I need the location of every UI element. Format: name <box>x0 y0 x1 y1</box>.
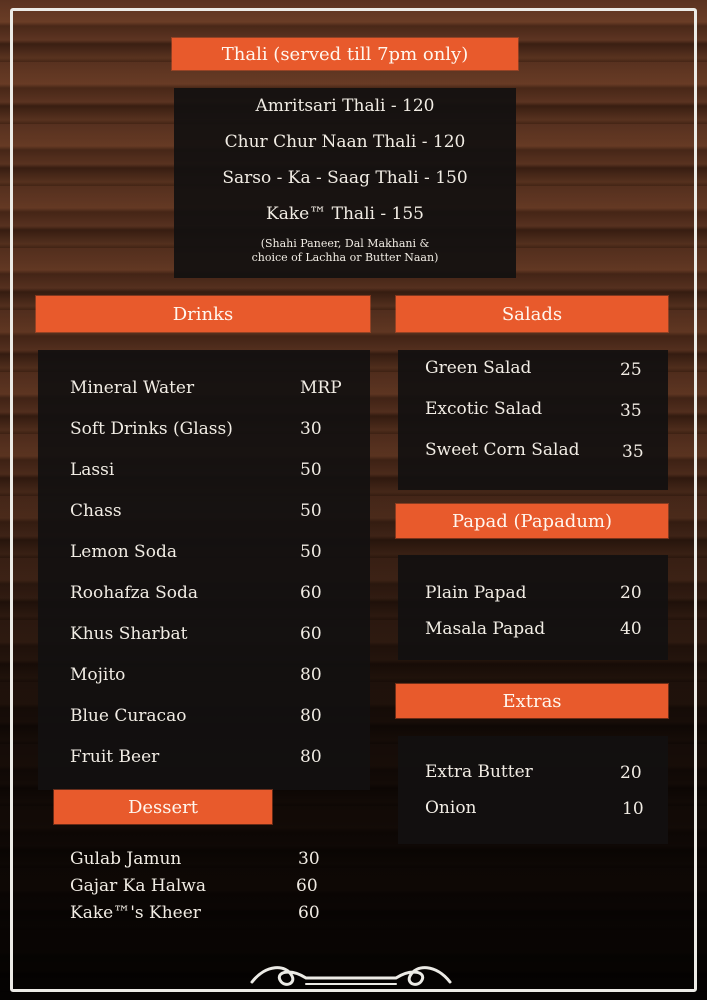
menu-item-name: Onion <box>425 798 477 818</box>
drinks-section-title: Drinks <box>172 303 234 325</box>
scroll-ornament-icon <box>250 966 452 986</box>
menu-item-name: Sweet Corn Salad <box>425 440 580 460</box>
extras-panel: Extra Butter 20 Onion 10 <box>398 736 668 844</box>
salads-section-title: Salads <box>501 303 563 325</box>
thali-item: Sarso - Ka - Saag Thali - 150 <box>222 168 468 188</box>
menu-item-name: Lassi <box>70 460 115 480</box>
papad-section-banner: Papad (Papadum) <box>396 504 668 538</box>
dessert-section-banner: Dessert <box>54 790 272 824</box>
menu-item-price: 35 <box>620 401 642 421</box>
menu-item-price: 50 <box>300 542 322 562</box>
menu-item-name: Gulab Jamun <box>70 849 182 869</box>
menu-item-price: 80 <box>300 747 322 767</box>
menu-item-name: Fruit Beer <box>70 747 160 767</box>
menu-item-price: 60 <box>300 624 322 644</box>
extras-section-banner: Extras <box>396 684 668 718</box>
thali-section-title: Thali (served till 7pm only) <box>221 43 469 65</box>
menu-item-price: 40 <box>620 619 642 639</box>
menu-item-name: Masala Papad <box>425 619 546 639</box>
dessert-section-title: Dessert <box>127 796 199 818</box>
menu-item-name: Plain Papad <box>425 583 527 603</box>
thali-note-line: (Shahi Paneer, Dal Makhani & <box>260 237 430 250</box>
menu-item-name: Blue Curacao <box>70 706 187 726</box>
papad-section-title: Papad (Papadum) <box>451 510 613 532</box>
salads-section-banner: Salads <box>396 296 668 332</box>
menu-item-name: Excotic Salad <box>425 399 543 419</box>
thali-item: Kake™ Thali - 155 <box>266 204 424 224</box>
menu-item-price: MRP <box>300 378 342 398</box>
menu-item-price: 30 <box>298 849 320 869</box>
menu-item-price: 80 <box>300 706 322 726</box>
menu-item-price: 25 <box>620 360 642 380</box>
menu-item-name: Mineral Water <box>70 378 195 398</box>
thali-item: Chur Chur Naan Thali - 120 <box>224 132 466 152</box>
drinks-panel: Mineral Water MRP Soft Drinks (Glass) 30 Las… <box>38 350 370 790</box>
menu-item-price: 60 <box>296 876 318 896</box>
salads-panel: Green Salad 25 Excotic Salad 35 Sweet Co… <box>398 350 668 490</box>
menu-item-price: 10 <box>622 799 644 819</box>
menu-item-name: Roohafza Soda <box>70 583 199 603</box>
menu-item-name: Chass <box>70 501 122 521</box>
menu-item-name: Soft Drinks (Glass) <box>70 419 233 439</box>
menu-item-name: Khus Sharbat <box>70 624 188 644</box>
menu-item-price: 30 <box>300 419 322 439</box>
menu-item-price: 60 <box>300 583 322 603</box>
thali-item: Amritsari Thali - 120 <box>255 96 435 116</box>
menu-item-name: Kake™'s Kheer <box>70 903 201 923</box>
menu-item-price: 80 <box>300 665 322 685</box>
thali-panel: Amritsari Thali - 120 Chur Chur Naan Tha… <box>174 88 516 278</box>
menu-item-price: 20 <box>620 583 642 603</box>
menu-item-name: Lemon Soda <box>70 542 177 562</box>
thali-section-banner: Thali (served till 7pm only) <box>172 38 518 70</box>
menu-item-name: Mojito <box>70 665 126 685</box>
menu-item-price: 60 <box>298 903 320 923</box>
extras-section-title: Extras <box>502 690 562 712</box>
menu-item-name: Extra Butter <box>425 762 533 782</box>
menu-item-price: 50 <box>300 501 322 521</box>
papad-panel: Plain Papad 20 Masala Papad 40 <box>398 555 668 660</box>
menu-item-name: Gajar Ka Halwa <box>70 876 206 896</box>
menu-item-price: 35 <box>622 442 644 462</box>
thali-note-line: choice of Lachha or Butter Naan) <box>251 251 439 264</box>
menu-item-price: 50 <box>300 460 322 480</box>
menu-item-price: 20 <box>620 763 642 783</box>
drinks-section-banner: Drinks <box>36 296 370 332</box>
menu-item-name: Green Salad <box>425 358 532 378</box>
